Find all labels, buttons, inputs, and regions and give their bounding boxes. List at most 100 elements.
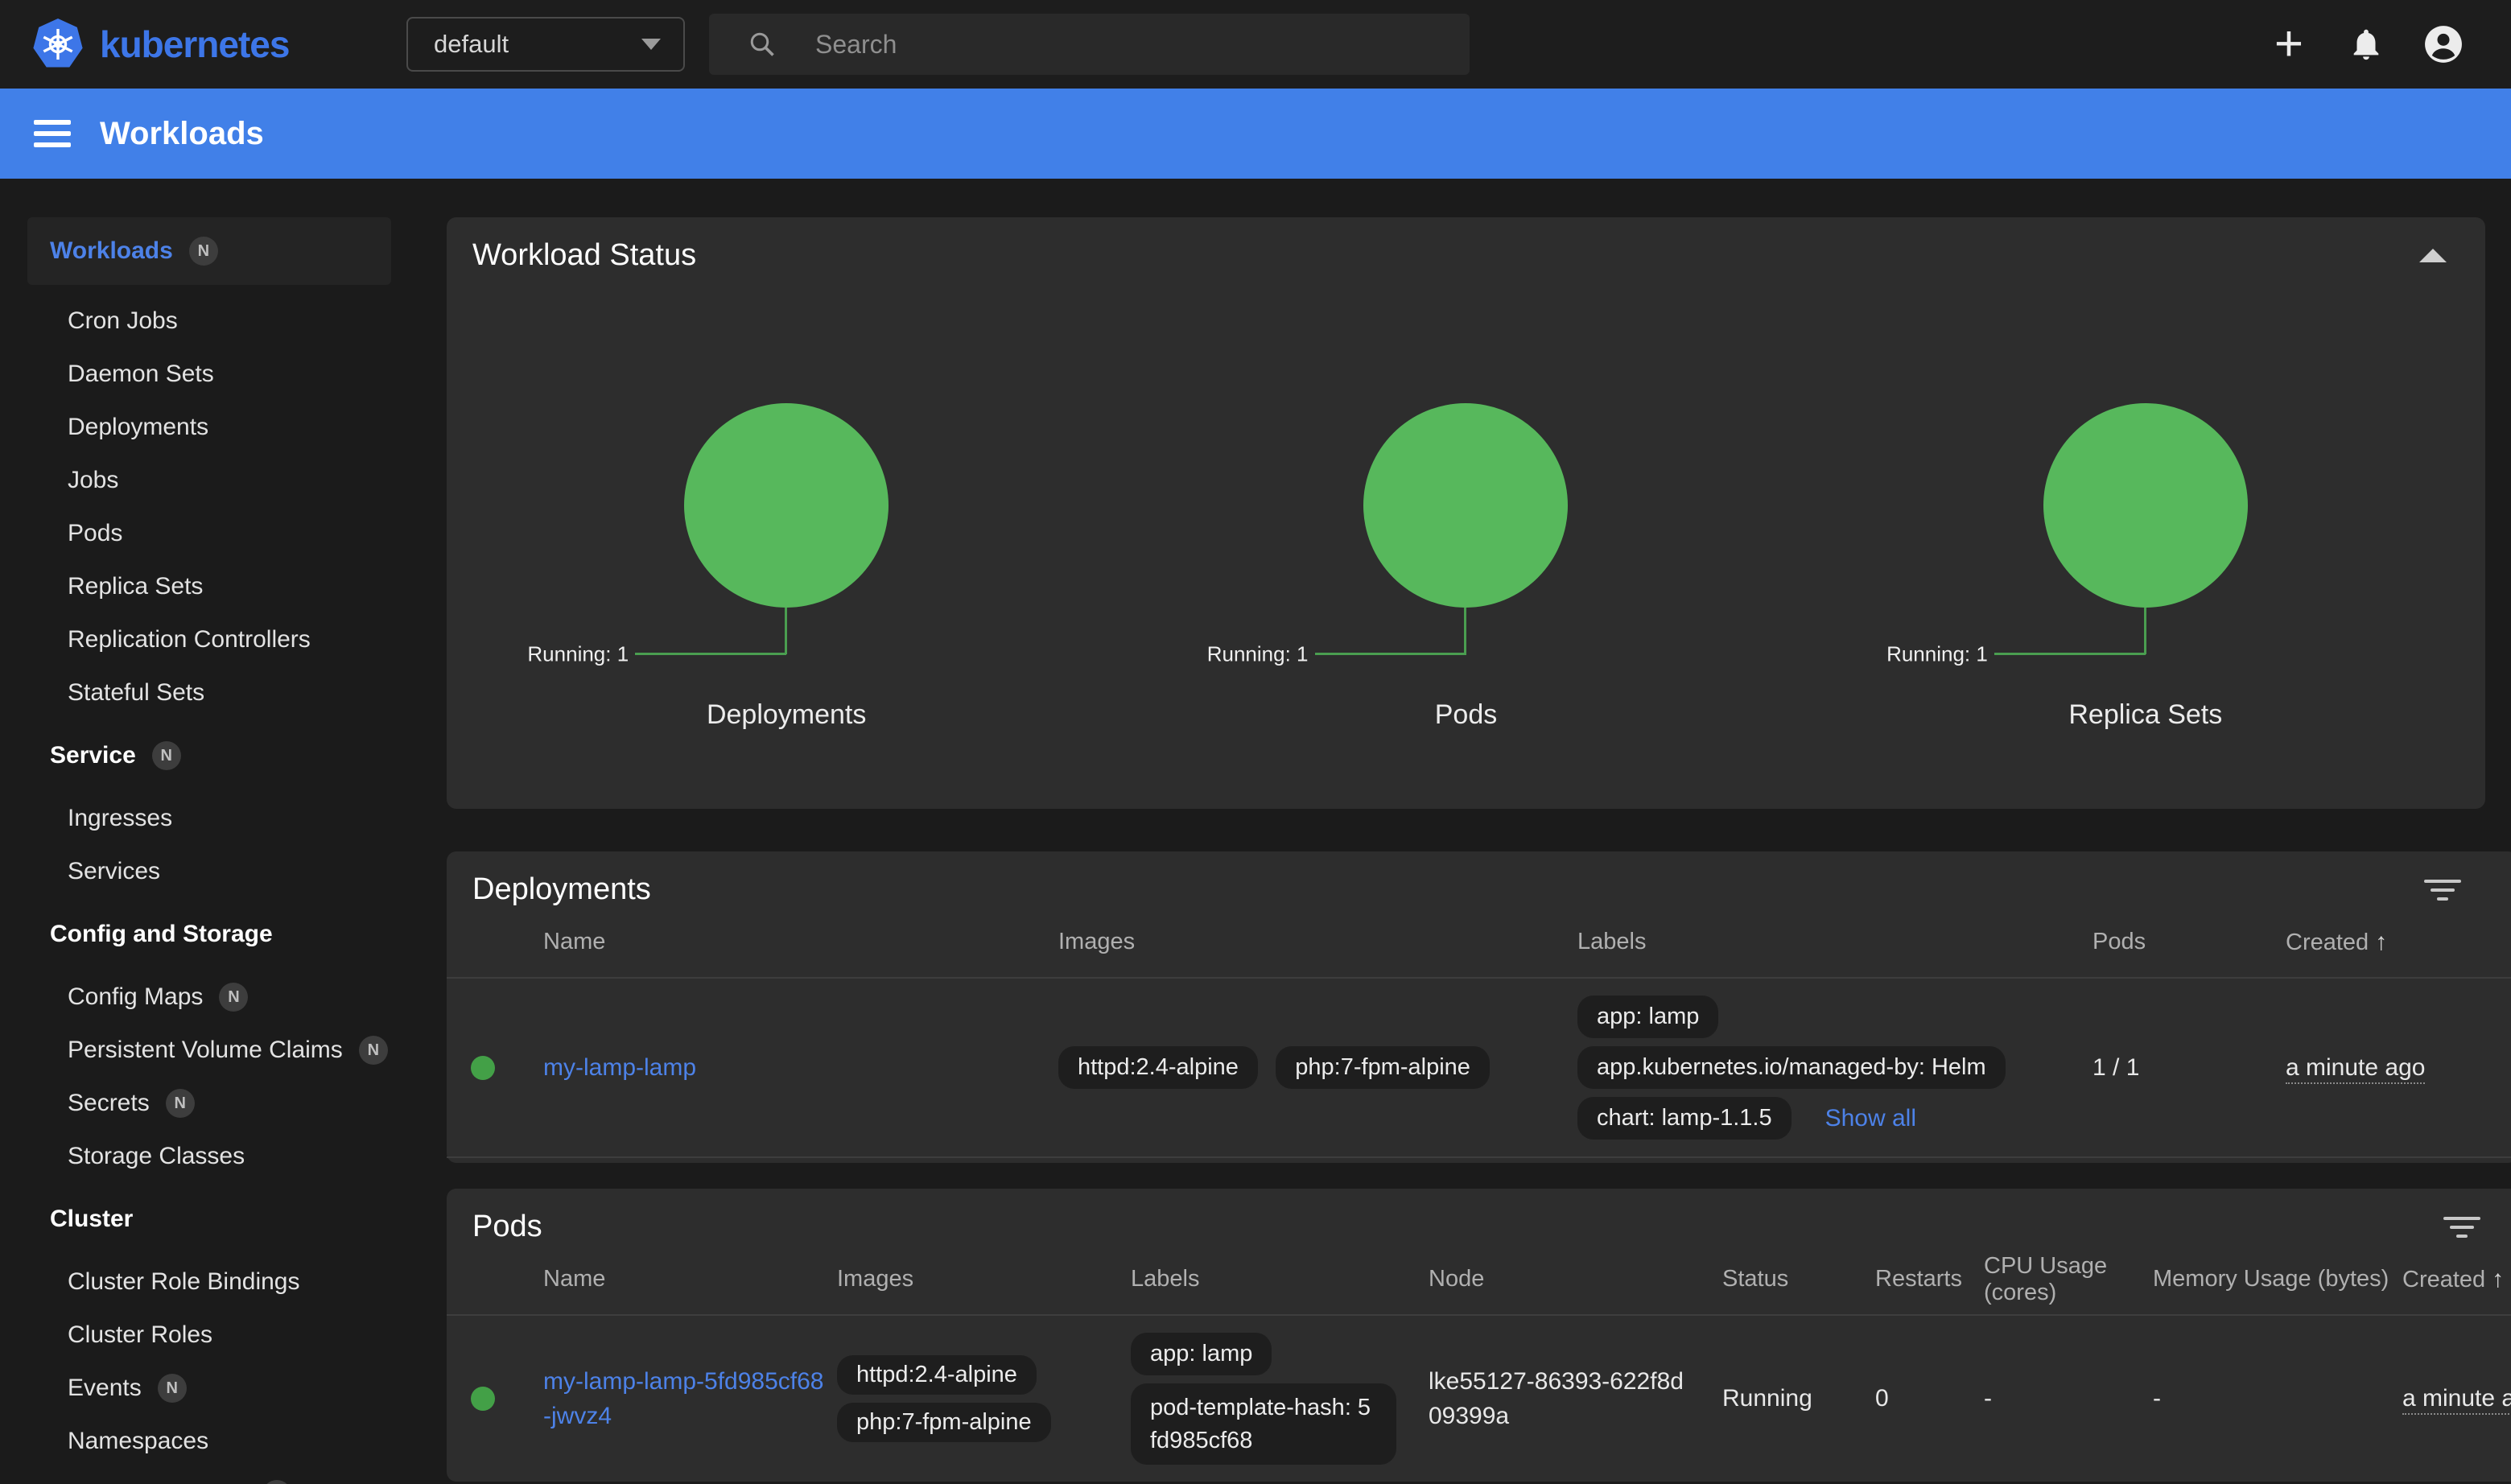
pie-callout-line bbox=[2144, 608, 2146, 654]
sidebar-item-deployments[interactable]: Deployments bbox=[0, 401, 418, 454]
filter-icon[interactable] bbox=[2443, 1211, 2480, 1243]
column-status[interactable]: Status bbox=[1722, 1244, 1875, 1315]
column-status[interactable] bbox=[447, 907, 543, 978]
account-icon bbox=[2423, 24, 2464, 64]
column-restarts[interactable]: Restarts bbox=[1875, 1244, 1984, 1315]
add-button[interactable]: + bbox=[2250, 6, 2328, 83]
pie-callout-label: Running: 1 bbox=[1207, 642, 1309, 667]
sidebar-item-ingresses[interactable]: Ingresses bbox=[0, 792, 418, 845]
created-timestamp[interactable]: a minute ago bbox=[2402, 1385, 2511, 1415]
label-chip: app.kubernetes.io/managed-by: Helm bbox=[1577, 1046, 2006, 1089]
chart-title: Deployments bbox=[447, 699, 1126, 731]
add-icon: + bbox=[2274, 19, 2303, 69]
namespaced-badge: N bbox=[152, 741, 181, 770]
column-pods[interactable]: Pods bbox=[2092, 907, 2286, 978]
column-name[interactable]: Name bbox=[543, 907, 1058, 978]
sidebar-item-namespaces[interactable]: Namespaces bbox=[0, 1415, 418, 1468]
column-images[interactable]: Images bbox=[837, 1244, 1131, 1315]
column-status-dot[interactable] bbox=[447, 1244, 543, 1315]
pod-cpu-usage: - bbox=[1984, 1315, 2153, 1482]
sidebar: Workloads N Cron Jobs Daemon Sets Deploy… bbox=[0, 179, 418, 1484]
pie-callout-line bbox=[1315, 653, 1466, 655]
sidebar-item-daemon-sets[interactable]: Daemon Sets bbox=[0, 348, 418, 401]
label-chip: chart: lamp-1.1.5 bbox=[1577, 1097, 1792, 1140]
image-chip: php:7-fpm-alpine bbox=[1276, 1046, 1490, 1089]
menu-icon[interactable] bbox=[34, 113, 71, 154]
sidebar-item-service[interactable]: Service N bbox=[0, 729, 418, 782]
kubernetes-brand[interactable]: kubernetes bbox=[31, 17, 406, 72]
kubernetes-logo-icon bbox=[31, 17, 85, 72]
pie-callout-line bbox=[1994, 653, 2146, 655]
show-all-link[interactable]: Show all bbox=[1825, 1105, 1916, 1132]
chart-title: Pods bbox=[1126, 699, 1805, 731]
notifications-button[interactable] bbox=[2328, 6, 2405, 83]
pods-pie-chart: Running: 1 Pods bbox=[1126, 273, 1805, 784]
workload-status-card: Workload Status Running: 1 Deployments R… bbox=[447, 217, 2485, 809]
workload-status-title: Workload Status bbox=[472, 238, 696, 273]
table-row: my-lamp-lamp httpd:2.4-alpine php:7-fpm-… bbox=[447, 978, 2511, 1157]
pod-memory-usage: - bbox=[2153, 1315, 2402, 1482]
column-images[interactable]: Images bbox=[1058, 907, 1577, 978]
namespace-value: default bbox=[434, 30, 509, 59]
sidebar-item-pods[interactable]: Pods bbox=[0, 507, 418, 560]
chart-title: Replica Sets bbox=[1806, 699, 2485, 731]
deployments-title: Deployments bbox=[472, 872, 651, 907]
filter-icon[interactable] bbox=[2424, 874, 2461, 906]
pod-link[interactable]: my-lamp-lamp-5fd985cf68-jwvz4 bbox=[543, 1368, 823, 1430]
column-memory-usage[interactable]: Memory Usage (bytes) bbox=[2153, 1244, 2402, 1315]
sidebar-item-events[interactable]: Events N bbox=[0, 1362, 418, 1415]
collapse-icon[interactable] bbox=[2419, 249, 2447, 262]
label-chip: pod-template-hash: 5fd985cf68 bbox=[1131, 1383, 1396, 1465]
deployments-card: Deployments Name Images Labels Pods Crea… bbox=[447, 851, 2511, 1163]
column-created[interactable]: Created↑ bbox=[2402, 1244, 2511, 1315]
page-title: Workloads bbox=[100, 116, 264, 152]
pie-slice-running[interactable] bbox=[684, 403, 889, 608]
namespace-selector[interactable]: default bbox=[406, 17, 685, 72]
sidebar-item-workloads[interactable]: Workloads N bbox=[27, 217, 391, 285]
image-chip: httpd:2.4-alpine bbox=[1058, 1046, 1258, 1089]
notifications-icon bbox=[2348, 26, 2385, 63]
pie-callout-label: Running: 1 bbox=[527, 642, 629, 667]
deployments-pie-chart: Running: 1 Deployments bbox=[447, 273, 1126, 784]
sort-ascending-icon: ↑ bbox=[2492, 1266, 2504, 1292]
sidebar-item-services[interactable]: Services bbox=[0, 845, 418, 898]
deployment-link[interactable]: my-lamp-lamp bbox=[543, 1054, 696, 1081]
column-labels[interactable]: Labels bbox=[1577, 907, 2092, 978]
pie-callout-line bbox=[635, 653, 786, 655]
sidebar-item-storage-classes[interactable]: Storage Classes bbox=[0, 1130, 418, 1183]
column-name[interactable]: Name bbox=[543, 1244, 837, 1315]
namespaced-badge: N bbox=[189, 237, 218, 266]
sidebar-item-replication-controllers[interactable]: Replication Controllers bbox=[0, 613, 418, 666]
chevron-down-icon bbox=[641, 39, 661, 50]
topbar-actions: + bbox=[2250, 6, 2482, 83]
sidebar-item-cluster-role-bindings[interactable]: Cluster Role Bindings bbox=[0, 1255, 418, 1309]
pie-callout-line bbox=[1464, 608, 1466, 654]
sidebar-item-stateful-sets[interactable]: Stateful Sets bbox=[0, 666, 418, 719]
column-labels[interactable]: Labels bbox=[1131, 1244, 1429, 1315]
pie-slice-running[interactable] bbox=[1363, 403, 1568, 608]
sidebar-item-cluster-roles[interactable]: Cluster Roles bbox=[0, 1309, 418, 1362]
created-timestamp[interactable]: a minute ago bbox=[2286, 1054, 2425, 1084]
search-bar[interactable] bbox=[709, 14, 1470, 75]
sidebar-item-jobs[interactable]: Jobs bbox=[0, 454, 418, 507]
sidebar-item-persistent-volume-claims[interactable]: Persistent Volume Claims N bbox=[0, 1024, 418, 1077]
sidebar-item-secrets[interactable]: Secrets N bbox=[0, 1077, 418, 1130]
sidebar-item-config-maps[interactable]: Config Maps N bbox=[0, 971, 418, 1024]
search-icon bbox=[748, 30, 777, 59]
pods-table: Name Images Labels Node Status Restarts … bbox=[447, 1244, 2511, 1482]
main-content: Workload Status Running: 1 Deployments R… bbox=[418, 179, 2511, 1484]
sidebar-item-network-policies[interactable]: Network Policies N bbox=[0, 1468, 418, 1484]
sidebar-item-cron-jobs[interactable]: Cron Jobs bbox=[0, 295, 418, 348]
pie-slice-running[interactable] bbox=[2043, 403, 2248, 608]
top-bar: kubernetes default + bbox=[0, 0, 2511, 89]
pods-ratio: 1 / 1 bbox=[2092, 978, 2286, 1157]
column-cpu-usage[interactable]: CPU Usage (cores) bbox=[1984, 1244, 2153, 1315]
pod-status: Running bbox=[1722, 1315, 1875, 1482]
sidebar-item-replica-sets[interactable]: Replica Sets bbox=[0, 560, 418, 613]
label-chip: app: lamp bbox=[1131, 1333, 1272, 1375]
column-created[interactable]: Created↑ bbox=[2286, 907, 2511, 978]
running-status-icon bbox=[471, 1056, 495, 1080]
account-button[interactable] bbox=[2405, 6, 2482, 83]
search-input[interactable] bbox=[815, 30, 1445, 60]
column-node[interactable]: Node bbox=[1429, 1244, 1722, 1315]
